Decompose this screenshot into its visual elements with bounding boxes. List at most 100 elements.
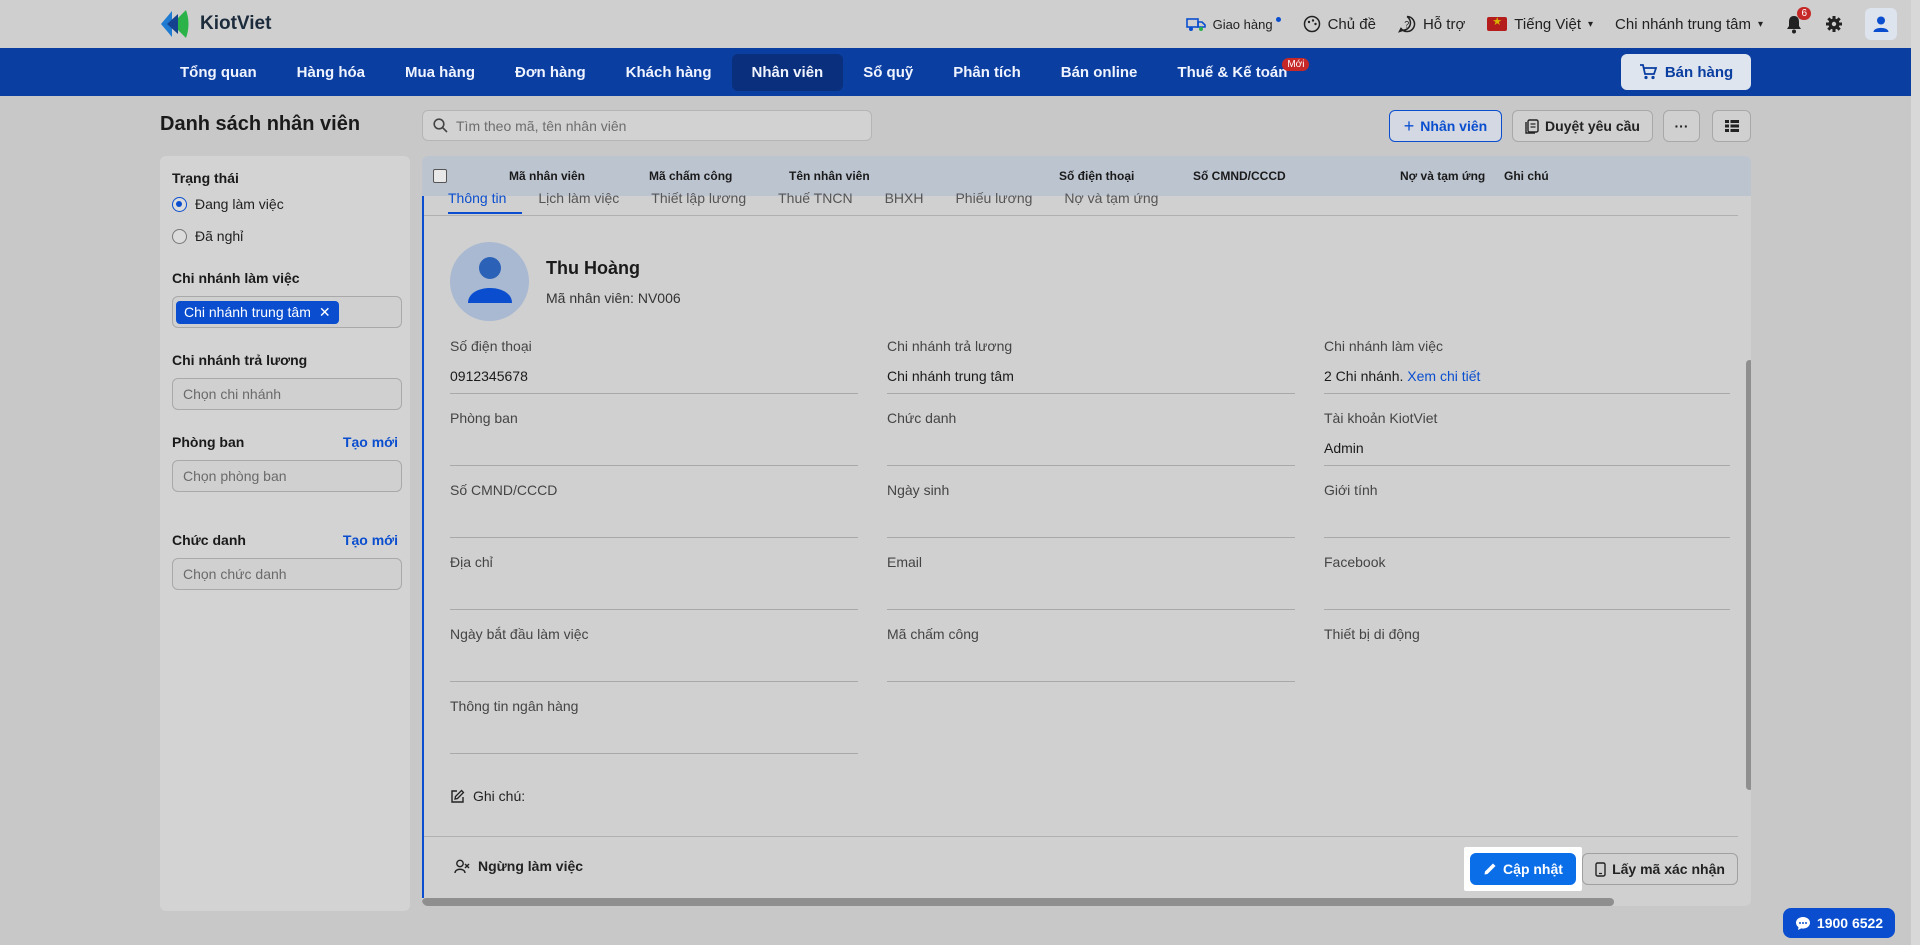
- nav-item-purchasing[interactable]: Mua hàng: [385, 54, 495, 91]
- user-icon: [1873, 16, 1889, 32]
- column-employee-code[interactable]: Mã nhân viên: [509, 169, 585, 183]
- user-remove-icon: [454, 859, 470, 873]
- sell-button[interactable]: Bán hàng: [1621, 54, 1751, 90]
- theme-link[interactable]: Chủ đề: [1303, 15, 1376, 33]
- user-avatar-icon: [468, 257, 512, 303]
- get-verification-code-button[interactable]: Lấy mã xác nhận: [1582, 853, 1738, 885]
- work-branch-select[interactable]: Chi nhánh trung tâm ✕: [172, 296, 402, 328]
- column-phone[interactable]: Số điện thoại: [1059, 169, 1134, 183]
- theme-label: Chủ đề: [1327, 15, 1376, 33]
- top-header: KiotViet Giao hàng Chủ đề ? Hỗ trợ Tiếng…: [0, 0, 1911, 48]
- column-layout-button[interactable]: [1712, 110, 1751, 142]
- nav-item-cashbook[interactable]: Sổ quỹ: [843, 54, 933, 91]
- nav-item-tax-accounting[interactable]: Thuế & Kế toán Mới: [1157, 54, 1310, 91]
- search-box[interactable]: [422, 110, 872, 141]
- chat-help-icon: ?: [1397, 15, 1416, 33]
- create-department-link[interactable]: Tạo mới: [343, 434, 398, 450]
- tab-salary-setup[interactable]: Thiết lập lương: [651, 190, 762, 214]
- facebook-label: Facebook: [1324, 554, 1386, 570]
- employee-table: Mã nhân viên Mã chấm công Tên nhân viên …: [422, 156, 1751, 906]
- note-row[interactable]: Ghi chú:: [450, 788, 525, 804]
- dob-field: Ngày sinh: [887, 482, 1295, 538]
- phone-value: 0912345678: [450, 368, 528, 384]
- pay-branch-label: Chi nhánh trả lương: [887, 338, 1013, 354]
- delivery-link[interactable]: Giao hàng: [1185, 15, 1281, 33]
- more-options-button[interactable]: ···: [1663, 110, 1700, 142]
- stop-working-button[interactable]: Ngừng làm việc: [454, 858, 583, 874]
- tab-debt-advance[interactable]: Nợ và tạm ứng: [1064, 190, 1174, 214]
- address-label: Địa chỉ: [450, 554, 493, 570]
- status-working-option[interactable]: Đang làm việc: [172, 196, 398, 212]
- view-branch-details-link[interactable]: Xem chi tiết: [1407, 368, 1480, 384]
- title-select[interactable]: Chọn chức danh: [172, 558, 402, 590]
- language-selector[interactable]: Tiếng Việt ▾: [1487, 15, 1594, 33]
- stop-working-label: Ngừng làm việc: [478, 858, 584, 874]
- logo[interactable]: KiotViet: [158, 8, 271, 40]
- work-branch-label: Chi nhánh làm việc: [1324, 338, 1444, 354]
- employee-avatar: [450, 242, 529, 321]
- support-label: Hỗ trợ: [1422, 15, 1466, 33]
- status-quit-option[interactable]: Đã nghỉ: [172, 228, 398, 244]
- title-filter-label: Chức danh Tạo mới: [172, 532, 398, 548]
- column-note[interactable]: Ghi chú: [1504, 169, 1549, 183]
- user-account-button[interactable]: [1865, 8, 1897, 40]
- nav-item-products[interactable]: Hàng hóa: [277, 54, 385, 91]
- start-date-label: Ngày bắt đầu làm việc: [450, 626, 589, 642]
- nav-item-employees[interactable]: Nhân viên: [731, 53, 844, 91]
- nav-item-customers[interactable]: Khách hàng: [606, 54, 732, 91]
- page-title: Danh sách nhân viên: [160, 113, 361, 135]
- kiotviet-logo-icon: [161, 10, 189, 38]
- column-debt-advance[interactable]: Nợ và tạm ứng: [1400, 169, 1485, 183]
- table-horizontal-scrollbar[interactable]: [422, 898, 1614, 906]
- email-label: Email: [887, 554, 923, 570]
- work-branch-count: 2 Chi nhánh.: [1324, 368, 1404, 384]
- support-link[interactable]: ? Hỗ trợ: [1397, 15, 1466, 33]
- branch-selector[interactable]: Chi nhánh trung tâm ▾: [1615, 16, 1763, 33]
- add-employee-button[interactable]: + Nhân viên: [1389, 110, 1502, 142]
- notifications-button[interactable]: 6: [1785, 7, 1811, 34]
- edit-note-icon: [451, 789, 465, 803]
- department-select[interactable]: Chọn phòng ban: [172, 460, 402, 492]
- account-value: Admin: [1324, 440, 1364, 456]
- position-label: Chức danh: [887, 410, 957, 426]
- column-employee-name[interactable]: Tên nhân viên: [789, 169, 870, 183]
- more-dots-icon: ···: [1674, 118, 1689, 134]
- add-employee-label: Nhân viên: [1420, 118, 1488, 134]
- column-id-number[interactable]: Số CMND/CCCD: [1193, 169, 1286, 183]
- search-input[interactable]: [456, 117, 856, 134]
- tab-schedule[interactable]: Lịch làm việc: [538, 190, 635, 214]
- page-scrollbar[interactable]: [1911, 0, 1920, 945]
- select-all-checkbox[interactable]: [433, 169, 447, 183]
- tab-info[interactable]: Thông tin: [448, 190, 523, 214]
- detail-vertical-scrollbar[interactable]: [1746, 360, 1751, 790]
- nav-item-overview[interactable]: Tổng quan: [160, 54, 277, 91]
- nav-item-orders[interactable]: Đơn hàng: [495, 54, 606, 91]
- nav-item-analytics[interactable]: Phân tích: [933, 54, 1041, 91]
- approve-requests-button[interactable]: Duyệt yêu cầu: [1512, 110, 1653, 142]
- id-number-label: Số CMND/CCCD: [450, 482, 558, 498]
- tab-payslip[interactable]: Phiếu lương: [955, 190, 1048, 214]
- id-number-field: Số CMND/CCCD: [450, 482, 858, 538]
- department-filter-label: Phòng ban Tạo mới: [172, 434, 398, 450]
- settings-button[interactable]: [1825, 15, 1843, 33]
- employee-name: Thu Hoàng: [546, 258, 640, 278]
- chevron-down-icon: ▾: [1757, 18, 1763, 30]
- pay-branch-filter-label-text: Chi nhánh trả lương: [172, 352, 308, 368]
- phone-field: Số điện thoại 0912345678: [450, 338, 858, 394]
- update-button[interactable]: Cập nhật: [1470, 853, 1576, 885]
- cart-icon: [1639, 64, 1657, 80]
- tab-income-tax[interactable]: Thuế TNCN: [778, 190, 868, 214]
- detail-tabs: Thông tin Lịch làm việc Thiết lập lương …: [448, 190, 1190, 214]
- hotline-button[interactable]: 1900 6522: [1783, 908, 1895, 938]
- work-branch-filter-label-text: Chi nhánh làm việc: [172, 270, 300, 286]
- nav-item-tax-accounting-label: Thuế & Kế toán: [1177, 63, 1288, 81]
- close-icon[interactable]: ✕: [319, 304, 331, 321]
- nav-item-online-sales[interactable]: Bán online: [1041, 54, 1158, 91]
- column-timecard-code[interactable]: Mã chấm công: [649, 169, 732, 183]
- phone-label: Số điện thoại: [450, 338, 532, 354]
- tab-social-insurance[interactable]: BHXH: [885, 190, 940, 214]
- chevron-down-icon: ▾: [1588, 18, 1594, 30]
- vietnam-flag-icon: [1487, 15, 1508, 31]
- create-title-link[interactable]: Tạo mới: [343, 532, 398, 548]
- pay-branch-select[interactable]: Chọn chi nhánh: [172, 378, 402, 410]
